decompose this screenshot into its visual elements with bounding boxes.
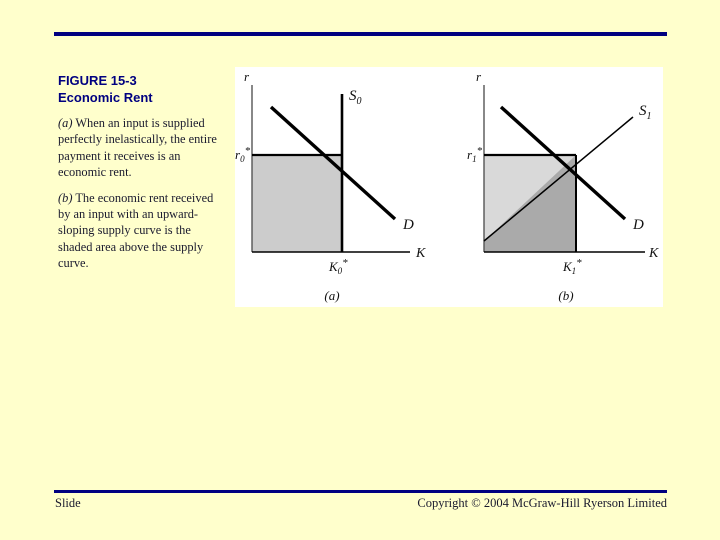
figure-caption-block: FIGURE 15-3 Economic Rent (a) When an in…	[58, 72, 226, 272]
panel-a-price-label: r0*	[235, 145, 251, 164]
panel-a-x-axis-label: K	[415, 246, 426, 261]
panel-a-quantity-label: K0*	[328, 257, 348, 276]
paragraph-a-text: When an input is supplied perfectly inel…	[58, 116, 217, 180]
economic-rent-diagram: r K S0 D r0* K0* (a) r K S1 D r1* K1* (b…	[235, 69, 659, 303]
figure-paragraph-b: (b) The economic rent received by an inp…	[58, 190, 226, 272]
header-divider	[54, 32, 667, 36]
figure-image: r K S0 D r0* K0* (a) r K S1 D r1* K1* (b…	[235, 67, 663, 307]
copyright-notice: Copyright © 2004 McGraw-Hill Ryerson Lim…	[417, 496, 667, 510]
slide-canvas: FIGURE 15-3 Economic Rent (a) When an in…	[0, 0, 720, 540]
panel-b-price-label: r1*	[467, 145, 483, 164]
figure-paragraph-a: (a) When an input is supplied perfectly …	[58, 115, 226, 181]
panel-b-y-axis-label: r	[476, 69, 482, 84]
paragraph-a-marker: (a)	[58, 116, 73, 130]
figure-title: FIGURE 15-3 Economic Rent	[58, 72, 226, 106]
figure-name: Economic Rent	[58, 90, 153, 105]
panel-a: r K S0 D r0* K0* (a)	[235, 69, 426, 303]
panel-b-demand-label: D	[632, 217, 644, 233]
panel-b-supply-label: S1	[639, 103, 652, 122]
panel-a-demand-label: D	[402, 217, 414, 233]
panel-b-caption: (b)	[558, 288, 573, 303]
panel-a-y-axis-label: r	[244, 69, 250, 84]
panel-a-supply-label: S0	[349, 88, 362, 107]
panel-a-rent-rectangle	[252, 155, 342, 252]
paragraph-b-marker: (b)	[58, 190, 73, 205]
paragraph-b-text: The economic rent received by an input w…	[58, 190, 214, 271]
panel-b: r K S1 D r1* K1* (b)	[467, 69, 659, 303]
panel-b-quantity-label: K1*	[562, 257, 582, 276]
figure-number: FIGURE 15-3	[58, 73, 137, 88]
panel-b-x-axis-label: K	[648, 246, 659, 261]
slide-label: Slide	[55, 496, 81, 510]
footer-divider	[54, 490, 667, 493]
panel-a-caption: (a)	[324, 288, 339, 303]
